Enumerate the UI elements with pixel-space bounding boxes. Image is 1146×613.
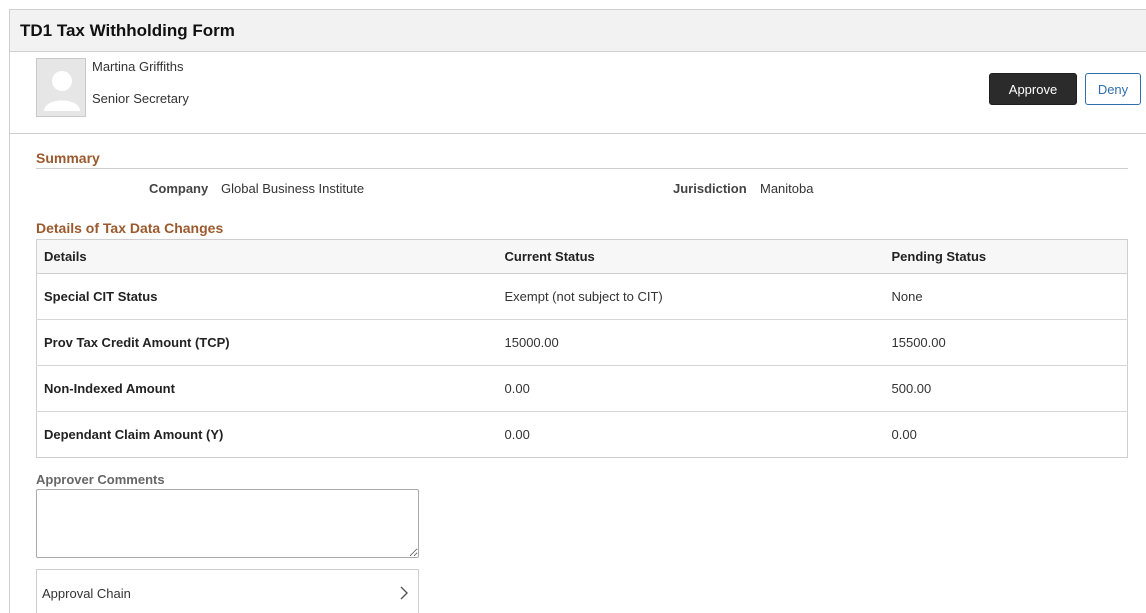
column-header-pending-status: Pending Status <box>884 239 1128 274</box>
page-title: TD1 Tax Withholding Form <box>20 21 235 40</box>
person-icon <box>37 59 85 116</box>
employee-name: Martina Griffiths <box>92 59 184 74</box>
pending-status-cell: 500.00 <box>891 381 932 396</box>
title-bar: TD1 Tax Withholding Form <box>10 10 1146 52</box>
table-row: Non-Indexed Amount 0.00 500.00 <box>36 366 1128 412</box>
current-status-cell: 15000.00 <box>504 335 559 350</box>
detail-cell: Non-Indexed Amount <box>44 381 175 396</box>
detail-cell: Dependant Claim Amount (Y) <box>44 427 224 442</box>
jurisdiction-label: Jurisdiction <box>673 181 747 196</box>
page-container: TD1 Tax Withholding Form Martina Griffit… <box>9 9 1146 613</box>
details-heading: Details of Tax Data Changes <box>36 220 224 236</box>
pending-status-cell: 0.00 <box>891 427 917 442</box>
table-row: Prov Tax Credit Amount (TCP) 15000.00 15… <box>36 320 1128 366</box>
pending-status-cell: None <box>891 289 923 304</box>
pending-status-cell: 15500.00 <box>891 335 946 350</box>
deny-button[interactable]: Deny <box>1085 73 1141 105</box>
summary-heading: Summary <box>36 150 100 166</box>
employee-header: Martina Griffiths Senior Secretary Appro… <box>10 52 1146 134</box>
approver-comments-input[interactable] <box>36 489 419 558</box>
detail-cell: Prov Tax Credit Amount (TCP) <box>44 335 230 350</box>
approve-button[interactable]: Approve <box>989 73 1077 105</box>
avatar <box>36 58 86 117</box>
current-status-cell: 0.00 <box>504 381 530 396</box>
table-row: Dependant Claim Amount (Y) 0.00 0.00 <box>37 412 1128 458</box>
company-label: Company <box>149 181 209 196</box>
approval-chain-label: Approval Chain <box>42 586 131 601</box>
approval-chain-link[interactable]: Approval Chain <box>36 569 419 613</box>
column-header-current-status: Current Status <box>497 239 885 274</box>
tax-changes-table: Details Current Status Pending Status Sp… <box>36 239 1128 458</box>
table-header-row: Details Current Status Pending Status <box>36 239 1128 274</box>
column-header-details: Details <box>36 239 498 274</box>
jurisdiction-value: Manitoba <box>760 181 814 196</box>
table-row: Special CIT Status Exempt (not subject t… <box>36 274 1128 320</box>
current-status-cell: 0.00 <box>504 427 530 442</box>
detail-cell: Special CIT Status <box>44 289 158 304</box>
chevron-right-icon <box>400 586 408 600</box>
employee-job-title: Senior Secretary <box>92 91 189 106</box>
current-status-cell: Exempt (not subject to CIT) <box>504 289 663 304</box>
approver-comments-label: Approver Comments <box>36 472 165 487</box>
company-value: Global Business Institute <box>221 181 365 196</box>
summary-divider <box>36 168 1128 169</box>
